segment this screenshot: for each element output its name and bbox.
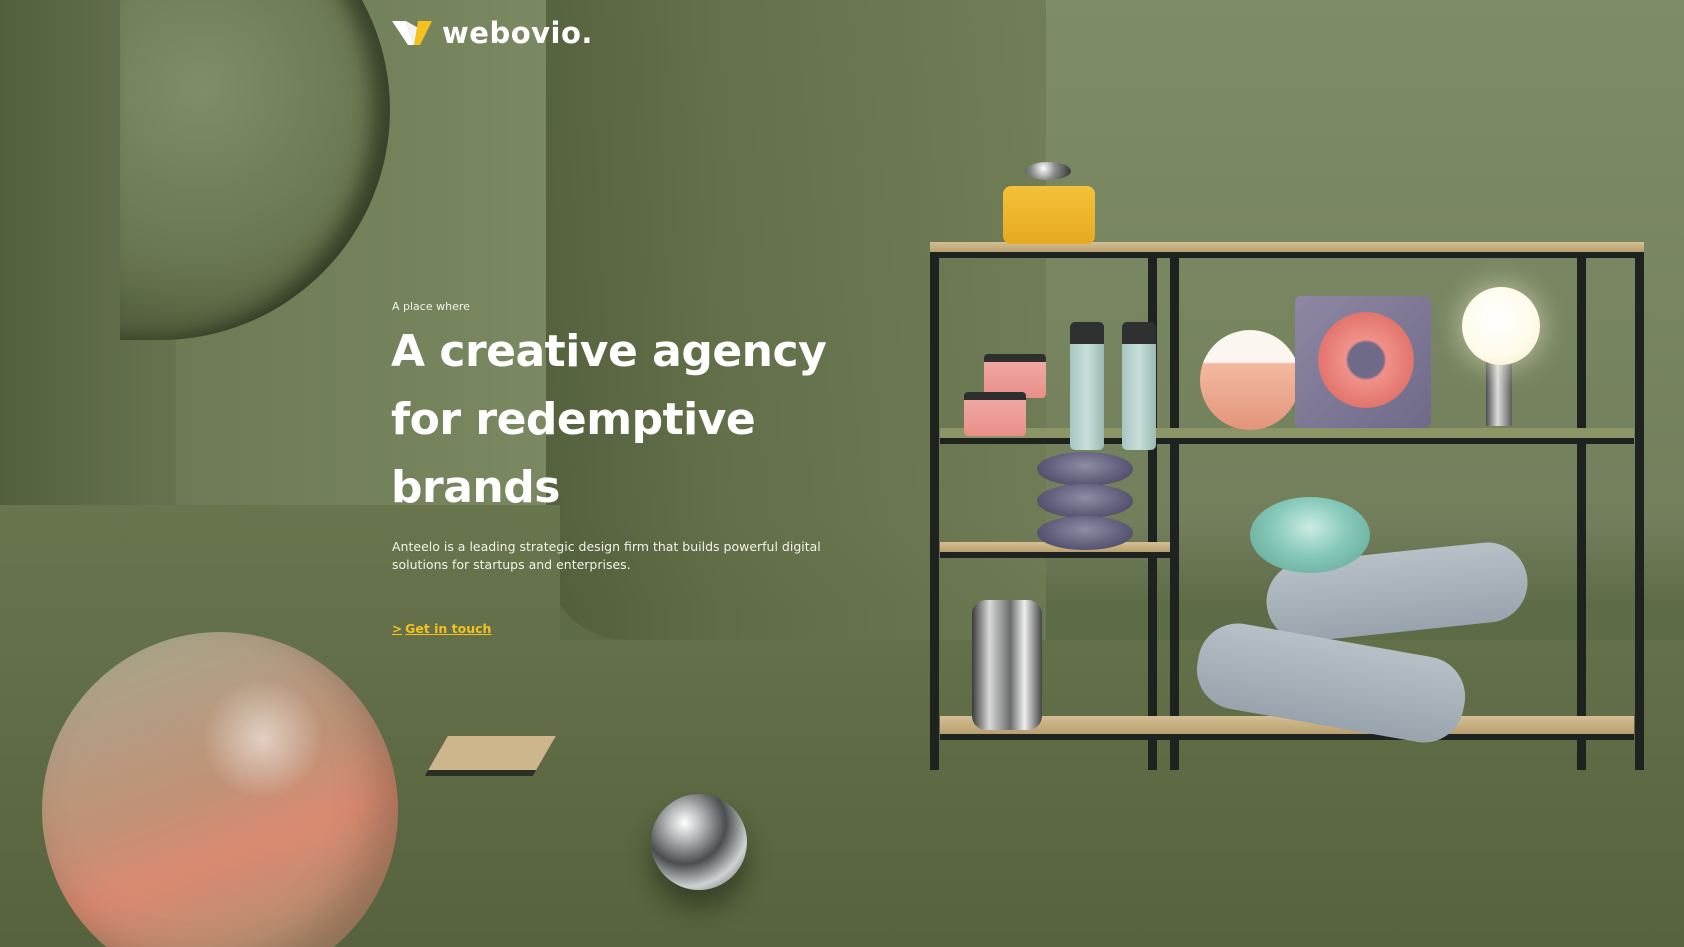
lamp-stem-object: [1486, 360, 1512, 426]
shelf-post: [1577, 250, 1586, 770]
shelf-post: [1170, 250, 1179, 770]
stacked-disc-object: [1037, 516, 1133, 550]
get-in-touch-link[interactable]: > Get in touch: [392, 621, 491, 636]
metal-ball-object: [651, 794, 747, 890]
mint-donut-object: [1250, 497, 1370, 573]
headline-line: for redemptive: [391, 394, 756, 445]
perfume-cap-object: [1025, 162, 1071, 180]
webovio-logo-icon: [392, 21, 432, 45]
hero-headline: A creative agency for redemptive brands: [391, 318, 851, 522]
brand-name: webovio.: [442, 16, 593, 50]
pink-donut-object: [1318, 312, 1414, 408]
mint-bottle-object: [1122, 322, 1156, 450]
hero-section: webovio. A place where A creative agency…: [0, 0, 1684, 947]
shelf-post: [1635, 250, 1644, 770]
description-line: Anteelo is a leading strategic design fi…: [392, 539, 821, 554]
shelf-plank-bottom: [940, 716, 1634, 740]
shelf-plank-top: [930, 242, 1644, 258]
hero-eyebrow: A place where: [392, 300, 470, 313]
description-line: solutions for startups and enterprises.: [392, 557, 631, 572]
chrome-container-object: [972, 600, 1042, 730]
hero-description: Anteelo is a leading strategic design fi…: [392, 538, 832, 574]
perfume-bottle-object: [1003, 186, 1095, 244]
lamp-globe-object: [1462, 287, 1540, 365]
pink-jar-object: [964, 392, 1026, 436]
shelf-post: [930, 250, 939, 770]
stacked-disc-object: [1037, 452, 1133, 486]
headline-line: brands: [391, 462, 560, 513]
cta-label: Get in touch: [405, 621, 492, 636]
shelf-plank-middle: [940, 428, 1634, 444]
chevron-right-icon: >: [392, 621, 403, 636]
wooden-board-object: [428, 736, 556, 770]
mint-bottle-object: [1070, 322, 1104, 450]
stacked-disc-object: [1037, 484, 1133, 518]
peach-ball-object: [1200, 330, 1300, 430]
brand-logo[interactable]: webovio.: [392, 16, 593, 50]
headline-line: A creative agency: [391, 326, 827, 377]
